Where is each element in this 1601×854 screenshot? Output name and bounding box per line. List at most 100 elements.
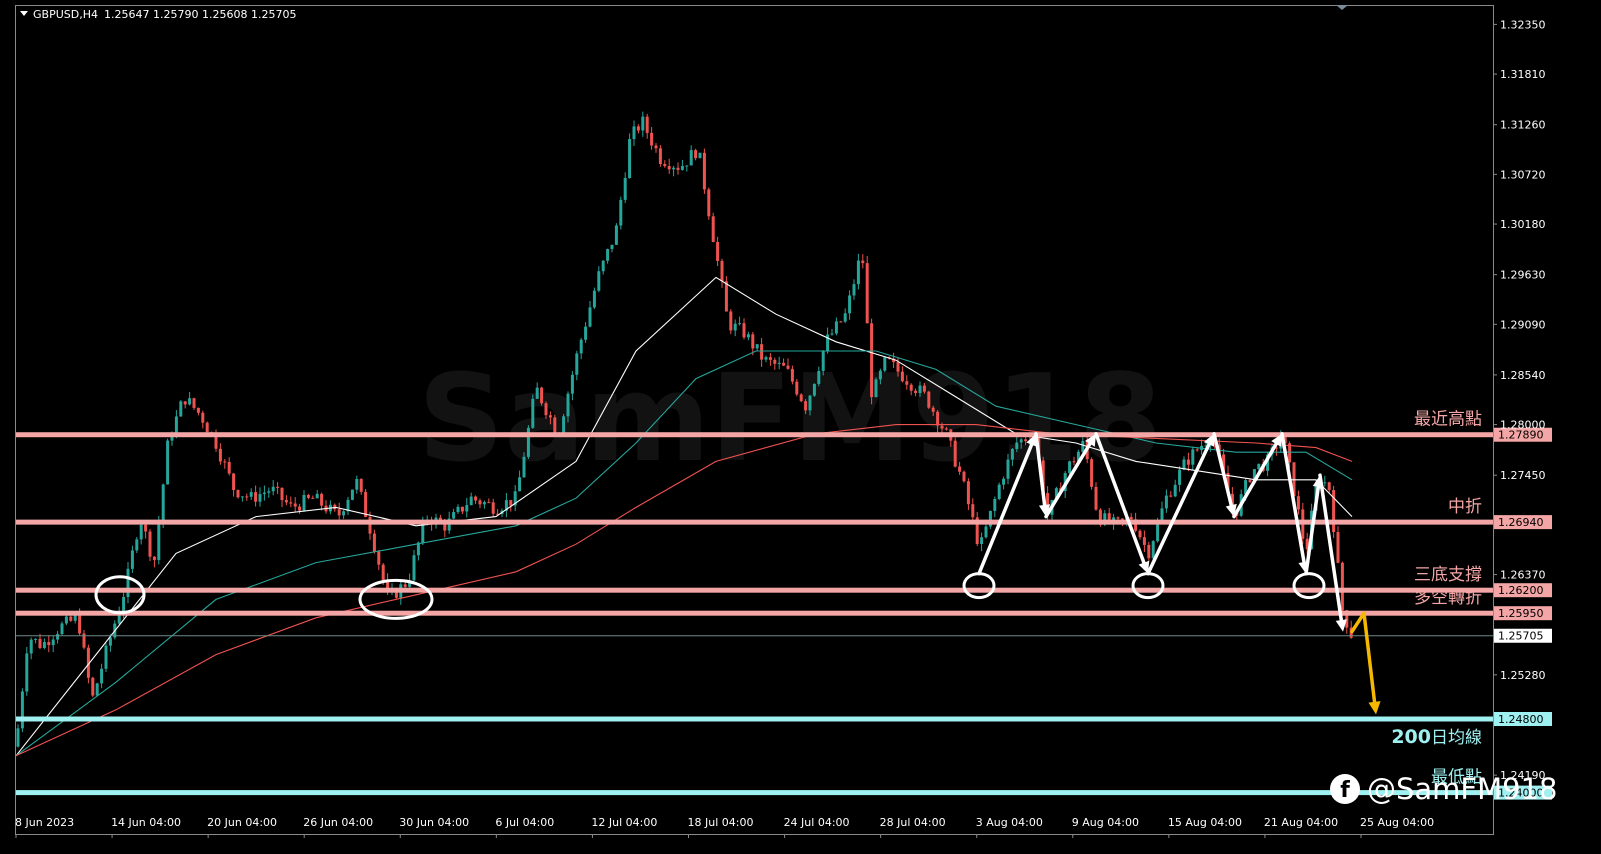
price-tick-label: 1.30720: [1500, 168, 1546, 181]
candle-body: [830, 333, 834, 335]
candle-body: [337, 509, 341, 516]
candle-body: [293, 503, 297, 507]
candle-body: [553, 417, 557, 434]
candle-body: [1327, 482, 1331, 491]
time-tick-label: 25 Aug 04:00: [1360, 816, 1434, 829]
price-tick-label: 1.28000: [1500, 419, 1546, 432]
candle-body: [144, 524, 148, 532]
candle-body: [861, 260, 865, 264]
candle-body: [966, 481, 970, 505]
candle-body: [267, 491, 271, 493]
candle-body: [971, 504, 975, 518]
candle-body: [1120, 518, 1124, 520]
brand-handle: @SamFM918: [1367, 772, 1557, 806]
candle-body: [940, 425, 944, 429]
candle-body: [491, 502, 495, 514]
candle-body: [355, 479, 359, 490]
candle-body: [1248, 480, 1252, 483]
candle-body: [1173, 484, 1177, 497]
candle-body: [271, 486, 275, 492]
candle-body: [658, 148, 662, 164]
candle-body: [487, 502, 491, 504]
candle-body: [900, 371, 904, 382]
candle-body: [650, 132, 654, 146]
level-price-label: 1.26940: [1498, 516, 1544, 529]
candle-body: [1340, 562, 1344, 611]
candle-body: [482, 502, 486, 505]
candle-body: [1195, 449, 1199, 451]
candle-body: [192, 398, 196, 408]
candle-body: [364, 491, 368, 517]
candle-body: [848, 295, 852, 314]
candle-body: [808, 395, 812, 411]
level-label-number: 200: [1391, 726, 1431, 748]
candle-body: [377, 551, 381, 565]
candle-body: [1006, 459, 1010, 479]
candle-body: [575, 353, 579, 375]
level-line[interactable]: [16, 790, 1493, 796]
candle-body: [958, 466, 962, 472]
candle-body: [1186, 459, 1190, 465]
time-tick-label: 15 Aug 04:00: [1168, 816, 1242, 829]
candle-body: [993, 498, 997, 511]
candle-body: [232, 473, 236, 491]
candle-body: [628, 139, 632, 179]
candle-body: [680, 166, 684, 170]
time-tick-label: 14 Jun 04:00: [111, 816, 181, 829]
candle-body: [1072, 461, 1076, 463]
candle-body: [874, 379, 878, 398]
candle-body: [610, 244, 614, 250]
candle-body: [16, 728, 20, 747]
candle-body: [645, 116, 649, 133]
level-line[interactable]: [16, 716, 1493, 722]
candle-body: [1015, 442, 1019, 450]
candle-body: [1129, 516, 1133, 520]
svg-text:f: f: [1340, 778, 1350, 803]
level-line[interactable]: [16, 519, 1493, 525]
price-chart[interactable]: SamFM918 GBPUSD,H4 1.25647 1.25790 1.256…: [0, 0, 1601, 854]
candle-body: [535, 387, 539, 399]
candle-body: [724, 281, 728, 312]
candle-body: [518, 477, 522, 492]
level-price-label: 1.25950: [1498, 607, 1544, 620]
candle-body: [531, 398, 535, 428]
candle-body: [478, 500, 482, 505]
candle-body: [870, 323, 874, 398]
candle-body: [201, 412, 205, 423]
price-tick-label: 1.26370: [1500, 569, 1546, 582]
candle-body: [764, 357, 768, 360]
candle-body: [702, 152, 706, 190]
candle-body: [896, 362, 900, 372]
price-tick-label: 1.31260: [1500, 119, 1546, 132]
candle-body: [381, 564, 385, 581]
time-tick-label: 20 Jun 04:00: [207, 816, 277, 829]
candle-body: [135, 539, 139, 551]
candle-body: [509, 500, 513, 506]
level-line[interactable]: [16, 610, 1493, 616]
candle-body: [1288, 443, 1292, 463]
candle-body: [707, 189, 711, 217]
candle-body: [157, 522, 161, 561]
candle-body: [1094, 486, 1098, 510]
level-price-label: 1.26200: [1498, 584, 1544, 597]
candle-body: [188, 398, 192, 405]
candle-body: [931, 407, 935, 412]
price-tick-label: 1.28540: [1500, 369, 1546, 382]
price-tick-label: 1.30180: [1500, 218, 1546, 231]
candle-body: [676, 167, 680, 170]
time-tick-label: 30 Jun 04:00: [399, 816, 469, 829]
candle-body: [601, 260, 605, 272]
candle-body: [1090, 459, 1094, 487]
level-line[interactable]: [16, 587, 1493, 593]
candle-body: [1024, 439, 1028, 442]
level-line[interactable]: [16, 432, 1493, 438]
candle-body: [694, 150, 698, 159]
candle-body: [1116, 517, 1120, 519]
candle-body: [760, 344, 764, 360]
candle-body: [456, 506, 460, 513]
candle-body: [91, 677, 95, 696]
candle-body: [223, 461, 227, 463]
candle-body: [359, 479, 363, 492]
candle-body: [632, 126, 636, 140]
candle-body: [619, 199, 623, 226]
